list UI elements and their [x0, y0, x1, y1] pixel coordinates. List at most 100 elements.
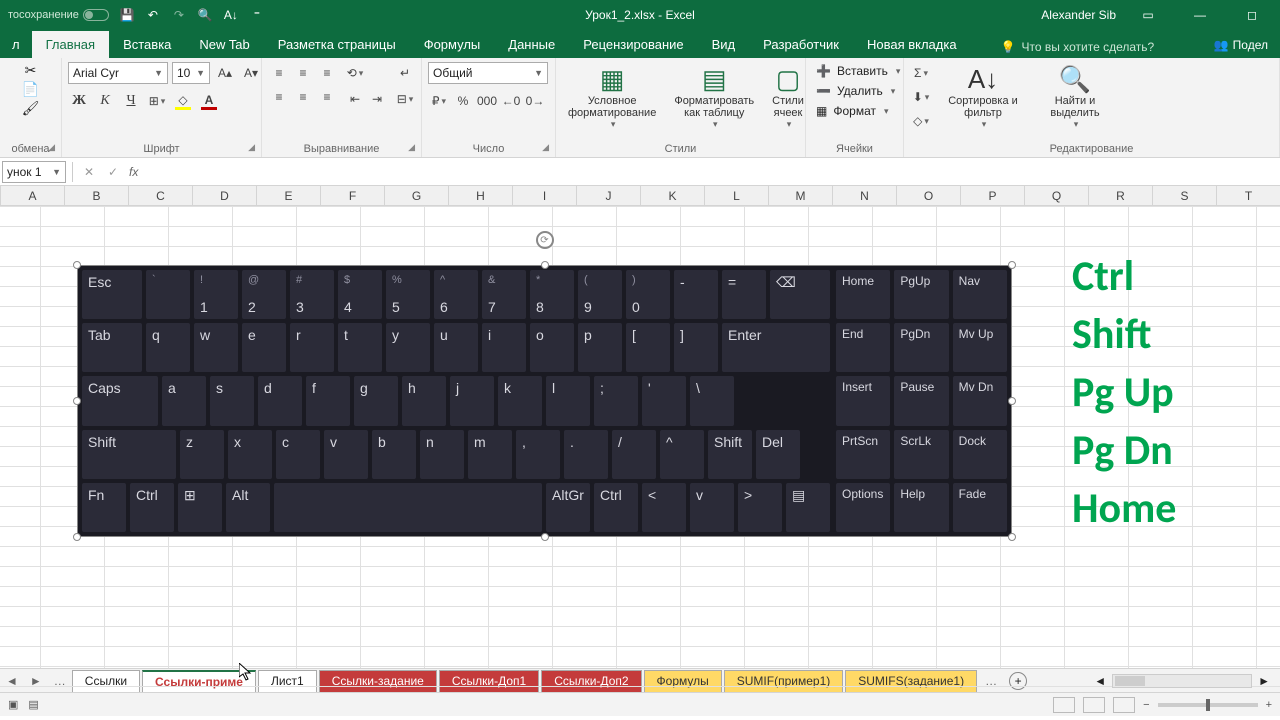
fill-color-icon[interactable]: ◇ [172, 90, 194, 112]
zoom-out-icon[interactable]: − [1143, 699, 1149, 711]
launcher-icon[interactable]: ◢ [408, 142, 415, 153]
cell-styles-button[interactable]: ▢Стили ячеек▾ [766, 62, 810, 132]
sheet-tab[interactable]: Ссылки-Доп2 [541, 670, 641, 692]
keyboard-image[interactable]: ⟳ Esc`!1@2#3$4%5^6&7*8(9)0-=⌫Tabqwertyui… [77, 265, 1012, 537]
align-left-icon[interactable]: ≡ [268, 86, 290, 108]
number-format[interactable]: Общий▼ [428, 62, 548, 84]
dec-dec-icon[interactable]: 0→ [524, 90, 546, 112]
format-button[interactable]: ▦Формат▾ [812, 102, 904, 120]
maximize-icon[interactable]: ◻ [1232, 0, 1272, 30]
name-box[interactable]: унок 1▼ [2, 161, 66, 183]
copy-icon[interactable]: 📄 [22, 81, 39, 98]
underline-button[interactable]: Ч [120, 90, 142, 112]
ribbon-tab[interactable]: Вставка [109, 31, 185, 58]
ribbon-tab[interactable]: Новая вкладка [853, 31, 971, 58]
column-header[interactable]: R [1089, 186, 1153, 205]
view-break-icon[interactable] [1113, 697, 1135, 713]
resize-handle[interactable] [73, 261, 81, 269]
cut-icon[interactable]: ✂ [25, 62, 37, 79]
paint-icon[interactable]: 🖌 [22, 100, 40, 117]
grow-font-icon[interactable]: A▴ [214, 62, 236, 84]
fx-icon[interactable]: fx [129, 165, 138, 179]
sheet-tab[interactable]: SUMIFS(задание1) [845, 670, 977, 692]
resize-handle[interactable] [541, 261, 549, 269]
undo-icon[interactable]: ↶ [145, 7, 161, 23]
column-header[interactable]: N [833, 186, 897, 205]
column-header[interactable]: Q [1025, 186, 1089, 205]
ribbon-tab[interactable]: Главная [32, 31, 109, 58]
column-header[interactable]: G [385, 186, 449, 205]
orientation-icon[interactable]: ⟲▾ [344, 62, 366, 84]
column-header[interactable]: P [961, 186, 1025, 205]
ribbon-tab[interactable]: Рецензирование [569, 31, 697, 58]
column-header[interactable]: A [1, 186, 65, 205]
column-header[interactable]: M [769, 186, 833, 205]
share-button[interactable]: 👥 Подел [1202, 32, 1280, 58]
sort-filter-button[interactable]: A↓Сортировка и фильтр▾ [942, 62, 1024, 132]
ribbon-tab[interactable]: Данные [494, 31, 569, 58]
search-icon[interactable]: 🔍 [197, 7, 213, 23]
ribbon-tab[interactable]: Разработчик [749, 31, 853, 58]
sheet-tab[interactable]: Ссылки-задание [319, 670, 437, 692]
align-mid-icon[interactable]: ≡ [292, 62, 314, 84]
percent-icon[interactable]: % [452, 90, 474, 112]
cond-format-button[interactable]: ▦Условное форматирование▾ [562, 62, 662, 132]
indent-inc-icon[interactable]: ⇥ [366, 88, 388, 110]
sort-icon[interactable]: A↓ [223, 7, 239, 23]
file-tab[interactable]: л [0, 31, 32, 58]
autosave-toggle[interactable]: тосохранение [8, 9, 109, 21]
ribbon-tab[interactable]: Вид [698, 31, 750, 58]
delete-button[interactable]: ➖Удалить▾ [812, 82, 904, 100]
sheet-tab[interactable]: SUMIF(пример1) [724, 670, 843, 692]
column-header[interactable]: O [897, 186, 961, 205]
launcher-icon[interactable]: ◢ [542, 142, 549, 153]
find-button[interactable]: 🔍Найти и выделить▾ [1034, 62, 1116, 132]
user-name[interactable]: Alexander Sib [1041, 8, 1116, 22]
fill-icon[interactable]: ⬇▾ [910, 86, 932, 108]
view-normal-icon[interactable] [1053, 697, 1075, 713]
column-header[interactable]: E [257, 186, 321, 205]
inc-dec-icon[interactable]: ←0 [500, 90, 522, 112]
column-header[interactable]: K [641, 186, 705, 205]
sheet-tab[interactable]: Ссылки [72, 670, 140, 692]
column-header[interactable]: S [1153, 186, 1217, 205]
resize-handle[interactable] [541, 533, 549, 541]
border-icon[interactable]: ⊞▾ [146, 90, 168, 112]
resize-handle[interactable] [73, 397, 81, 405]
bold-button[interactable]: Ж [68, 90, 90, 112]
ribbon-opts-icon[interactable]: ▭ [1128, 0, 1168, 30]
ribbon-tab[interactable]: Разметка страницы [264, 31, 410, 58]
column-header[interactable]: I [513, 186, 577, 205]
comma-icon[interactable]: 000 [476, 90, 498, 112]
sheet-tab[interactable]: Формулы [644, 670, 722, 692]
font-select[interactable]: Arial Cyr▼ [68, 62, 168, 84]
format-table-button[interactable]: ▤Форматировать как таблицу▾ [668, 62, 760, 132]
resize-handle[interactable] [1008, 533, 1016, 541]
currency-icon[interactable]: ₽▾ [428, 90, 450, 112]
sheet-tab[interactable]: Лист1 [258, 670, 317, 692]
shrink-font-icon[interactable]: A▾ [240, 62, 262, 84]
ribbon-tab[interactable]: Формулы [410, 31, 495, 58]
column-header[interactable]: D [193, 186, 257, 205]
formula-input[interactable] [142, 161, 1280, 183]
qa-more-icon[interactable]: ⁼ [249, 7, 265, 23]
column-header[interactable]: F [321, 186, 385, 205]
autosum-icon[interactable]: Σ▾ [910, 62, 932, 84]
tell-me[interactable]: 💡 Что вы хотите сделать? [991, 36, 1165, 58]
resize-handle[interactable] [1008, 261, 1016, 269]
enter-icon[interactable]: ✓ [101, 165, 125, 179]
zoom-in-icon[interactable]: + [1266, 699, 1272, 711]
column-header[interactable]: L [705, 186, 769, 205]
redo-icon[interactable]: ↷ [171, 7, 187, 23]
launcher-icon[interactable]: ◢ [248, 142, 255, 153]
save-icon[interactable]: 💾 [119, 7, 135, 23]
sheet-tab[interactable]: Ссылки-Доп1 [439, 670, 539, 692]
align-top-icon[interactable]: ≡ [268, 62, 290, 84]
align-center-icon[interactable]: ≡ [292, 86, 314, 108]
launcher-icon[interactable]: ◢ [48, 142, 55, 153]
column-header[interactable]: B [65, 186, 129, 205]
zoom-slider[interactable] [1158, 703, 1258, 707]
minimize-icon[interactable]: ― [1180, 0, 1220, 30]
cancel-icon[interactable]: ✕ [77, 165, 101, 179]
resize-handle[interactable] [73, 533, 81, 541]
